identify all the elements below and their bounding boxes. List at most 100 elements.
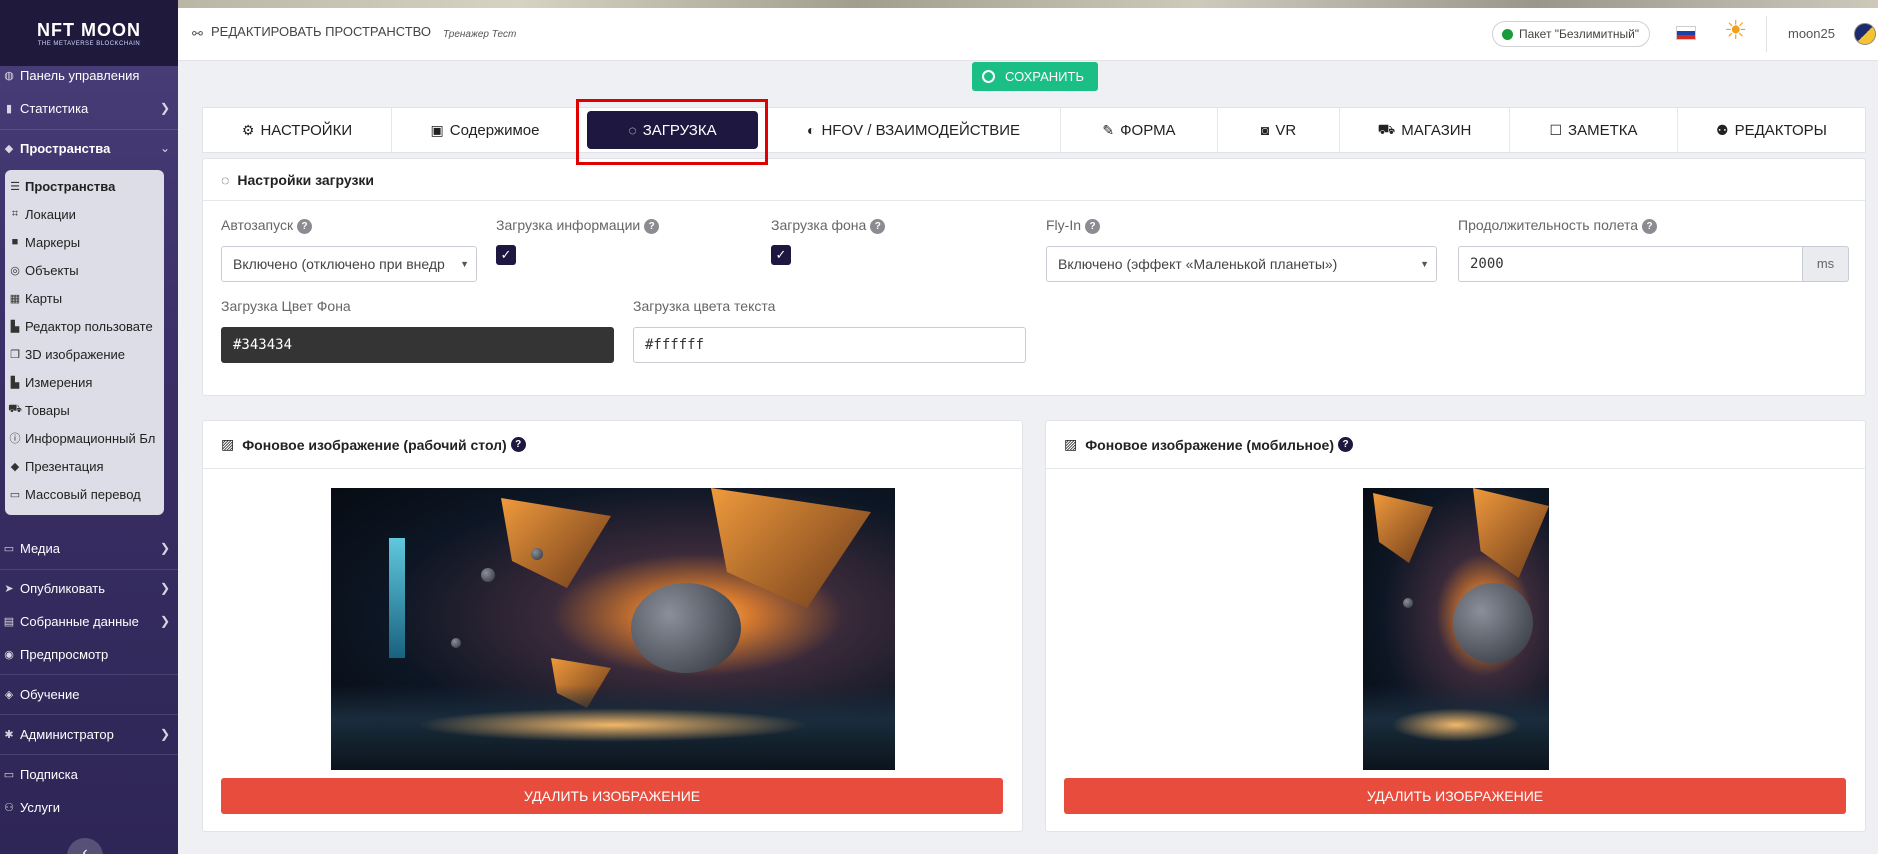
- cogs-icon: ⚙: [241, 121, 255, 138]
- submenu-item-label: Презентация: [25, 458, 104, 474]
- divider: [0, 714, 178, 715]
- sidebar-item-publish[interactable]: ➤ Опубликовать ❯: [0, 573, 178, 603]
- package-badge[interactable]: Пакет "Безлимитный": [1492, 21, 1651, 47]
- autostart-select[interactable]: Включено (отключено при внедр ▼: [221, 246, 477, 282]
- sidebar-item-admin[interactable]: ✱ Администратор ❯: [0, 719, 178, 749]
- help-icon[interactable]: ?: [1085, 219, 1100, 234]
- map-icon: ▦: [9, 292, 21, 305]
- logo[interactable]: NFT MOON THE METAVERSE BLOCKCHAIN: [0, 0, 178, 66]
- submenu-item-bulk-translate[interactable]: ▭ Массовый перевод: [5, 481, 164, 507]
- delete-image-button[interactable]: УДАЛИТЬ ИЗОБРАЖЕНИЕ: [221, 778, 1003, 814]
- translate-icon: ▭: [9, 488, 21, 501]
- chart-icon: ▮: [5, 102, 13, 115]
- submenu-item-user-editor[interactable]: ▙ Редактор пользовате: [5, 313, 164, 339]
- submenu-item-3d-image[interactable]: ❒ 3D изображение: [5, 341, 164, 367]
- list-icon: ☰: [10, 180, 20, 193]
- flyin-select[interactable]: Включено (эффект «Маленькой планеты») ▼: [1046, 246, 1437, 282]
- package-label: Пакет "Безлимитный": [1519, 27, 1640, 41]
- help-icon[interactable]: ?: [1642, 219, 1658, 234]
- tab-label: ЗАМЕТКА: [1568, 121, 1638, 139]
- sidebar-item-dashboard[interactable]: ◍ Панель управления: [0, 60, 178, 90]
- tab-label: РЕДАКТОРЫ: [1734, 121, 1827, 139]
- text-color-input[interactable]: #ffffff: [633, 327, 1026, 363]
- submenu-item-objects[interactable]: ◎ Объекты: [5, 257, 164, 283]
- username[interactable]: moon25: [1788, 26, 1835, 41]
- sidebar-item-spaces[interactable]: ◆ Пространства ⌄: [0, 133, 178, 163]
- submenu-item-presentation[interactable]: ◆ Презентация: [5, 453, 164, 479]
- spaces-icon: ◆: [4, 142, 14, 155]
- submenu-item-markers[interactable]: ■ Маркеры: [5, 229, 164, 255]
- sidebar-item-collected-data[interactable]: ▤ Собранные данные ❯: [0, 606, 178, 636]
- submenu-item-info-block[interactable]: ⓘ Информационный Бл: [5, 425, 164, 451]
- page-subtitle: Тренажер Тест: [443, 29, 517, 40]
- link-icon: ⚯: [192, 26, 203, 41]
- object-icon: ◎: [10, 264, 20, 277]
- sidebar-item-media[interactable]: ▭ Медиа ❯: [0, 533, 178, 563]
- avatar[interactable]: [1854, 23, 1876, 45]
- submenu-item-maps[interactable]: ▦ Карты: [5, 285, 164, 311]
- delete-image-button[interactable]: УДАЛИТЬ ИЗОБРАЖЕНИЕ: [1064, 778, 1846, 814]
- help-icon[interactable]: ?: [870, 219, 886, 234]
- submenu-item-spaces[interactable]: ☰ Пространства: [5, 173, 164, 199]
- logo-text: NFT MOON: [37, 19, 141, 40]
- submenu-item-label: Пространства: [25, 178, 116, 194]
- load-info-label: Загрузка информации?: [496, 217, 660, 234]
- tab-label: МАГАЗИН: [1401, 121, 1472, 139]
- tab-settings[interactable]: ⚙ НАСТРОЙКИ: [203, 108, 392, 152]
- sidebar-item-services[interactable]: ⚇ Услуги: [0, 792, 178, 822]
- header-banner-strip: [178, 0, 1878, 8]
- save-button[interactable]: СОХРАНИТЬ: [972, 62, 1098, 91]
- load-info-checkbox[interactable]: ✓: [496, 245, 516, 265]
- shard: [1473, 488, 1549, 578]
- sidebar-item-learning[interactable]: ◈ Обучение: [0, 679, 178, 709]
- data-icon: ▤: [3, 615, 15, 628]
- sun-icon[interactable]: ☀: [1724, 17, 1747, 43]
- help-icon[interactable]: ?: [644, 219, 660, 234]
- submenu-item-locations[interactable]: ⌗ Локации: [5, 201, 164, 227]
- tab-shop[interactable]: ⛟ МАГАЗИН: [1340, 108, 1510, 152]
- flyin-label: Fly-In?: [1046, 217, 1100, 234]
- loading-settings-card: ◌ Настройки загрузки Автозапуск? Включен…: [202, 158, 1866, 396]
- floor-glow: [415, 707, 811, 742]
- tab-editors[interactable]: ⚉ РЕДАКТОРЫ: [1678, 108, 1865, 152]
- submenu-item-products[interactable]: ⛟ Товары: [5, 397, 164, 423]
- help-icon[interactable]: ?: [510, 437, 526, 452]
- tab-vr[interactable]: ◙ VR: [1218, 108, 1340, 152]
- help-icon[interactable]: ?: [297, 219, 313, 234]
- sidebar-item-preview[interactable]: ◉ Предпросмотр: [0, 639, 178, 669]
- divider: [0, 674, 178, 675]
- text-color-label: Загрузка цвета текста: [633, 298, 776, 314]
- tab-note[interactable]: ☐ ЗАМЕТКА: [1510, 108, 1678, 152]
- tab-content[interactable]: ▣ Содержимое: [392, 108, 579, 152]
- spinner-icon: ◌: [221, 171, 230, 188]
- duration-input[interactable]: 2000: [1458, 246, 1803, 282]
- sidebar-item-statistics[interactable]: ▮ Статистика ❯: [0, 93, 178, 123]
- load-bg-checkbox[interactable]: ✓: [771, 245, 791, 265]
- card-title: Настройки загрузки: [237, 171, 375, 188]
- image-icon: ▨: [1064, 436, 1078, 452]
- info-icon: ⓘ: [9, 433, 21, 445]
- users-icon: ⚉: [1716, 121, 1729, 138]
- presentation-icon: ◆: [10, 460, 20, 473]
- help-icon[interactable]: ?: [1338, 437, 1354, 452]
- shard: [711, 488, 871, 608]
- bg-color-input[interactable]: #343434: [221, 327, 614, 363]
- load-bg-label: Загрузка фона?: [771, 217, 886, 234]
- status-dot-icon: [1502, 29, 1513, 40]
- duration-label: Продолжительность полета?: [1458, 217, 1658, 234]
- tab-form[interactable]: ✎ ФОРМА: [1061, 108, 1218, 152]
- sidebar-collapse-button[interactable]: ‹: [67, 838, 103, 854]
- russian-flag-icon[interactable]: [1676, 26, 1696, 40]
- submenu-item-measurements[interactable]: ▙ Измерения: [5, 369, 164, 395]
- label-text: Загрузка информации: [496, 217, 641, 233]
- header: ⚯ РЕДАКТИРОВАТЬ ПРОСТРАНСТВО Тренажер Те…: [178, 8, 1878, 61]
- circle-icon: [982, 70, 995, 83]
- caret-down-icon: ▼: [460, 259, 469, 269]
- floor-glow: [1390, 707, 1522, 742]
- card-title: Фоновое изображение (мобильное): [1085, 436, 1335, 453]
- user-editor-icon: ▙: [10, 320, 20, 333]
- services-icon: ⚇: [4, 801, 14, 814]
- sidebar-item-subscription[interactable]: ▭ Подписка: [0, 759, 178, 789]
- divider: [0, 569, 178, 570]
- tab-hfov-interaction[interactable]: ◐ HFOV / ВЗАИМОДЕЙСТВИЕ: [767, 108, 1061, 152]
